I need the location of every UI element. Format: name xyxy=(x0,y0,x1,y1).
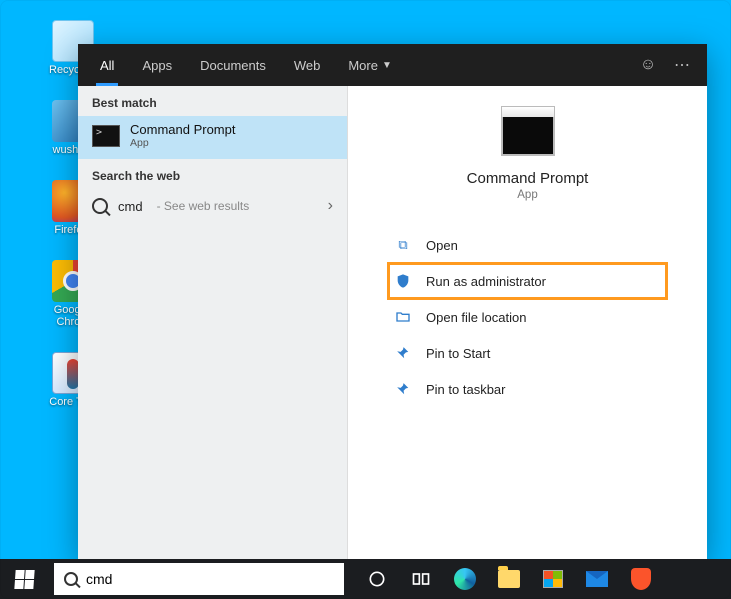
best-match-result[interactable]: Command Prompt App xyxy=(78,116,347,159)
action-run-as-administrator[interactable]: Run as administrator xyxy=(388,263,667,299)
tab-web[interactable]: Web xyxy=(280,44,335,86)
taskbar-app-brave[interactable] xyxy=(620,559,662,599)
best-match-title: Command Prompt xyxy=(130,122,235,137)
pin-icon xyxy=(394,346,412,360)
tab-more[interactable]: More ▼ xyxy=(334,44,406,86)
brave-icon xyxy=(631,568,651,590)
action-label: Pin to Start xyxy=(426,346,490,361)
start-button[interactable] xyxy=(0,559,48,599)
taskbar-search-input[interactable] xyxy=(86,571,334,587)
tab-label: All xyxy=(100,58,114,73)
search-web-heading: Search the web xyxy=(78,159,347,189)
tab-label: Documents xyxy=(200,58,266,73)
best-match-heading: Best match xyxy=(78,86,347,116)
search-content: Best match Command Prompt App Search the… xyxy=(78,86,707,559)
start-search-panel: All Apps Documents Web More ▼ ☺ ⋯ Best ma… xyxy=(78,44,707,559)
web-hint: - See web results xyxy=(157,199,250,213)
cortana-icon[interactable] xyxy=(356,559,398,599)
preview-subtitle: App xyxy=(517,189,537,201)
more-options-icon[interactable]: ⋯ xyxy=(665,44,699,86)
taskbar xyxy=(0,559,731,599)
best-match-subtitle: App xyxy=(130,137,235,149)
action-pin-to-taskbar[interactable]: Pin to taskbar xyxy=(388,371,667,407)
search-filter-bar: All Apps Documents Web More ▼ ☺ ⋯ xyxy=(78,44,707,86)
taskbar-app-explorer[interactable] xyxy=(488,559,530,599)
feedback-icon[interactable]: ☺ xyxy=(631,44,665,86)
tab-label: Web xyxy=(294,58,321,73)
action-label: Open file location xyxy=(426,310,526,325)
pin-icon xyxy=(394,382,412,396)
tab-label: More xyxy=(348,58,378,73)
results-column: Best match Command Prompt App Search the… xyxy=(78,86,348,559)
search-icon xyxy=(92,198,108,214)
windows-logo-icon xyxy=(14,570,34,589)
microsoft-store-icon xyxy=(543,570,563,588)
taskbar-search-box[interactable] xyxy=(54,563,344,595)
taskbar-app-store[interactable] xyxy=(532,559,574,599)
app-preview: Command Prompt App xyxy=(348,86,707,219)
tab-all[interactable]: All xyxy=(86,44,128,86)
taskbar-app-mail[interactable] xyxy=(576,559,618,599)
admin-shield-icon xyxy=(394,273,412,289)
action-label: Pin to taskbar xyxy=(426,382,506,397)
task-view-icon[interactable] xyxy=(400,559,442,599)
tab-label: Apps xyxy=(142,58,172,73)
command-prompt-icon xyxy=(92,125,120,147)
file-explorer-icon xyxy=(498,570,520,588)
open-icon: ⧉ xyxy=(394,237,412,253)
action-label: Run as administrator xyxy=(426,274,546,289)
tab-documents[interactable]: Documents xyxy=(186,44,280,86)
chevron-down-icon: ▼ xyxy=(382,60,392,71)
action-open-file-location[interactable]: Open file location xyxy=(388,299,667,335)
web-query: cmd xyxy=(118,199,143,214)
preview-title: Command Prompt xyxy=(467,170,589,187)
action-open[interactable]: ⧉ Open xyxy=(388,227,667,263)
chevron-right-icon: › xyxy=(328,197,333,215)
tab-apps[interactable]: Apps xyxy=(128,44,186,86)
edge-icon xyxy=(454,568,476,590)
action-pin-to-start[interactable]: Pin to Start xyxy=(388,335,667,371)
taskbar-app-edge[interactable] xyxy=(444,559,486,599)
preview-pane: Command Prompt App ⧉ Open Run as adminis… xyxy=(348,86,707,559)
web-search-result[interactable]: cmd - See web results › xyxy=(78,189,347,223)
action-label: Open xyxy=(426,238,458,253)
search-icon xyxy=(64,572,78,586)
mail-icon xyxy=(586,571,608,587)
folder-icon xyxy=(394,309,412,325)
preview-actions: ⧉ Open Run as administrator Open file lo… xyxy=(348,219,707,407)
command-prompt-icon xyxy=(501,114,555,156)
